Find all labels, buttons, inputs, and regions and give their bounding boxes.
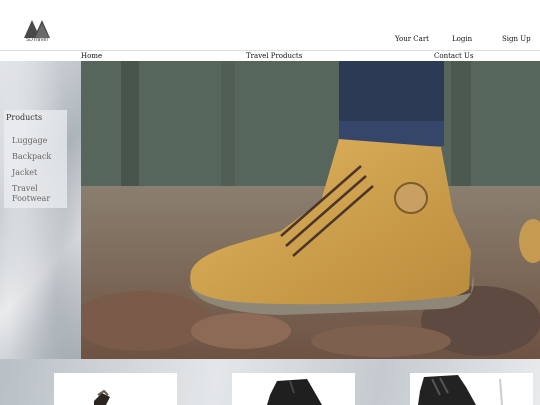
signup-link[interactable]: Sign Up [502, 35, 531, 43]
brand-name: SDTravel [26, 37, 48, 43]
cart-link[interactable]: Your Cart [395, 35, 429, 43]
product-card[interactable] [232, 373, 355, 405]
sidebar-item-luggage[interactable]: Luggage [12, 136, 62, 146]
sidebar-item-travel-footwear[interactable]: Travel Footwear [12, 184, 62, 204]
hero-image [81, 61, 540, 359]
shoe-photo-icon [94, 389, 110, 405]
hiking-boot-photo-icon [81, 61, 540, 359]
nav-travel-products[interactable]: Travel Products [246, 52, 302, 60]
header: SDTravel Your Cart Login Sign Up [0, 0, 540, 50]
login-link[interactable]: Login [452, 35, 472, 43]
boot-photo-icon [267, 379, 322, 405]
sidebar-title: Products [6, 113, 43, 122]
nav-home[interactable]: Home [81, 52, 102, 60]
product-card[interactable] [54, 373, 177, 405]
nav-contact[interactable]: Contact Us [434, 52, 474, 60]
sidebar-item-backpack[interactable]: Backpack [12, 152, 62, 162]
product-card[interactable] [410, 373, 533, 405]
sidebar-item-jacket[interactable]: Jacket [12, 168, 62, 178]
boot-photo-icon [418, 375, 503, 405]
